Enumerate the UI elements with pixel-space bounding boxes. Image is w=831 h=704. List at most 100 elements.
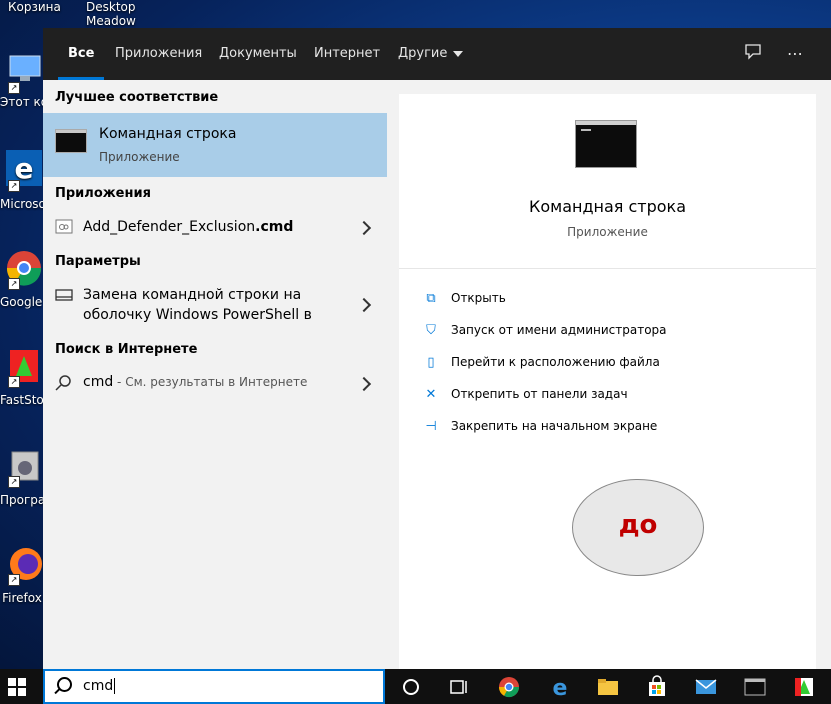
open-icon: ⧉ (426, 291, 436, 306)
taskbar-search-box[interactable]: cmd (43, 669, 385, 704)
command-prompt-taskbar-icon[interactable] (743, 675, 767, 699)
search-icon (55, 375, 71, 391)
search-input-value[interactable]: cmd (83, 678, 116, 694)
command-prompt-icon (55, 129, 87, 153)
settings-item-text: Замена командной строки на оболочку Wind… (83, 285, 312, 325)
best-match-heading: Лучшее соответствие (55, 90, 219, 105)
task-view-icon[interactable] (447, 675, 471, 699)
desktop-icon-edge[interactable]: e ↗ Microsoft Edge (0, 148, 44, 211)
preview-subtitle: Приложение (567, 225, 648, 239)
preview-divider (399, 268, 816, 269)
settings-item-line2: оболочку Windows PowerShell в (83, 307, 312, 323)
action-run-as-admin[interactable]: ⛉ Запуск от имени администратора (423, 323, 667, 338)
search-window: Все Приложения Документы Интернет Другие… (43, 28, 831, 669)
edge-taskbar-icon[interactable]: e (548, 675, 572, 699)
store-icon[interactable] (645, 675, 669, 699)
start-button[interactable] (8, 678, 26, 696)
desktop-icon-chrome[interactable]: ↗ Google Chrome (0, 248, 44, 309)
faststone-taskbar-icon[interactable] (792, 675, 816, 699)
desktop-icon-label: Программы и компо (0, 493, 44, 507)
desktop-icon-label: FastStone Capture (0, 393, 44, 407)
desktop-icon-label: Этот компь (0, 95, 44, 109)
action-run-as-admin-label: Запуск от имени администратора (451, 323, 667, 337)
action-pin-start[interactable]: ⊣ Закрепить на начальном экране (423, 419, 657, 434)
desktop-folder-label-2[interactable]: Meadow (86, 14, 136, 28)
taskbar-settings-icon (55, 289, 73, 301)
windows-logo-icon (18, 678, 26, 686)
preview-pane: Командная строка Приложение ⧉ Открыть ⛉ За… (399, 94, 816, 669)
settings-heading: Параметры (55, 254, 141, 269)
windows-logo-icon (8, 678, 16, 686)
desktop-top-labels: Корзина Desktop Meadow (0, 0, 831, 28)
more-options-button[interactable]: ⋯ (783, 42, 807, 66)
best-match-subtitle: Приложение (99, 150, 180, 164)
chevron-right-icon (356, 297, 372, 313)
windows-logo-icon (18, 688, 26, 696)
shortcut-arrow-icon: ↗ (8, 376, 20, 388)
chevron-down-icon (453, 50, 464, 57)
desktop-icon-firefox[interactable]: ↗ Firefox (0, 544, 44, 605)
recycle-bin-label[interactable]: Корзина (8, 0, 61, 14)
tab-other-label: Другие (398, 46, 448, 61)
desktop-folder-label-1[interactable]: Desktop (86, 0, 136, 14)
desktop-icon-programs[interactable]: ↗ Программы и компо (0, 446, 44, 507)
feedback-button[interactable] (741, 42, 765, 66)
results-pane: Лучшее соответствие Командная строка При… (43, 80, 387, 669)
settings-item-line1: Замена командной строки на (83, 287, 302, 303)
action-unpin-taskbar-label: Открепить от панели задач (451, 387, 628, 401)
web-item-query: cmd (83, 374, 114, 390)
pin-icon: ⊣ (425, 419, 437, 434)
tab-all[interactable]: Все (57, 28, 106, 80)
web-search-heading: Поиск в Интернете (55, 342, 198, 357)
web-item-text: cmd - См. результаты в Интернете (83, 374, 307, 390)
tab-apps[interactable]: Приложения (115, 28, 202, 80)
list-item-app[interactable]: Add_Defender_Exclusion.cmd (43, 210, 387, 244)
search-icon (57, 677, 72, 692)
app-item-text: Add_Defender_Exclusion.cmd (83, 219, 293, 235)
action-open[interactable]: ⧉ Открыть (423, 291, 506, 306)
tab-documents[interactable]: Документы (219, 28, 297, 80)
list-item-settings[interactable]: Замена командной строки на оболочку Wind… (43, 278, 387, 332)
shortcut-arrow-icon: ↗ (8, 82, 20, 94)
action-pin-start-label: Закрепить на начальном экране (451, 419, 658, 433)
text-cursor (114, 678, 116, 694)
annotation-text: до (618, 510, 658, 540)
search-tabbar: Все Приложения Документы Интернет Другие… (43, 28, 831, 80)
chrome-taskbar-icon[interactable] (497, 675, 521, 699)
action-unpin-taskbar[interactable]: ✕ Открепить от панели задач (423, 387, 628, 402)
windows-logo-icon (8, 688, 16, 696)
list-item-web-search[interactable]: cmd - См. результаты в Интернете (43, 366, 387, 400)
command-prompt-large-icon (575, 120, 637, 168)
chevron-right-icon (356, 376, 372, 392)
apps-heading: Приложения (55, 186, 151, 201)
svg-text:e: e (553, 676, 568, 699)
shield-admin-icon: ⛉ (426, 323, 436, 338)
shortcut-arrow-icon: ↗ (8, 278, 20, 290)
desktop-icon-label: Firefox (2, 591, 42, 605)
shortcut-arrow-icon: ↗ (8, 574, 20, 586)
desktop-icon-this-pc[interactable]: ↗ Этот компь (0, 52, 44, 109)
search-query: cmd (83, 678, 114, 694)
app-item-name: Add_Defender_Exclusion (83, 219, 256, 235)
action-open-label: Открыть (451, 291, 506, 305)
file-explorer-icon[interactable] (596, 675, 620, 699)
tab-internet[interactable]: Интернет (314, 28, 380, 80)
tab-other[interactable]: Другие (398, 28, 464, 80)
chevron-right-icon (356, 220, 372, 236)
best-match-title: Командная строка (99, 126, 237, 142)
cortana-icon[interactable] (399, 675, 423, 699)
action-file-location[interactable]: ▯ Перейти к расположению файла (423, 355, 660, 370)
unpin-icon: ✕ (425, 387, 437, 402)
action-file-location-label: Перейти к расположению файла (451, 355, 660, 369)
app-item-ext: .cmd (255, 219, 294, 235)
desktop-icon-label: Microsoft Edge (0, 197, 44, 211)
best-match-item[interactable]: Командная строка Приложение (43, 113, 387, 177)
more-options-icon: ⋯ (787, 44, 803, 63)
feedback-icon (745, 44, 761, 60)
annotation-oval: до (572, 479, 704, 576)
shortcut-arrow-icon: ↗ (8, 180, 20, 192)
file-location-icon: ▯ (427, 355, 435, 370)
mail-icon[interactable] (694, 675, 718, 699)
shortcut-arrow-icon: ↗ (8, 476, 20, 488)
desktop-icon-faststone[interactable]: ↗ FastStone Capture (0, 346, 44, 407)
